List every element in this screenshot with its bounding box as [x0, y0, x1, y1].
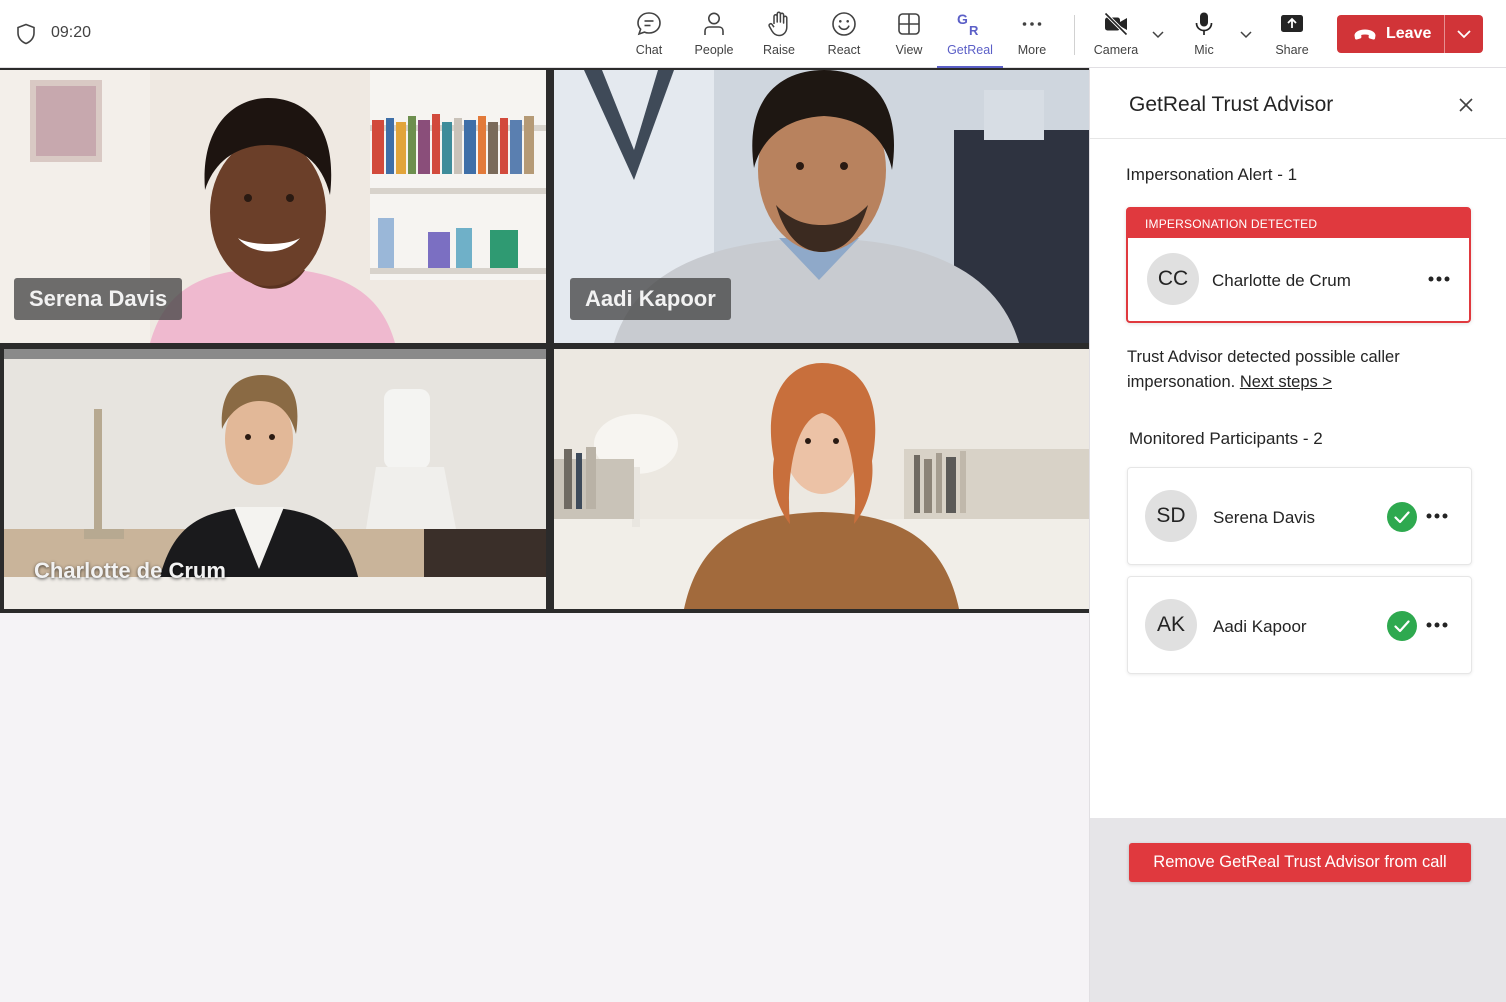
more-button[interactable]: More [1001, 8, 1063, 64]
monitored-participants-heading: Monitored Participants - 2 [1129, 429, 1323, 448]
next-steps-link[interactable]: Next steps > [1240, 373, 1332, 391]
view-button[interactable]: View [878, 8, 940, 64]
meeting-toolbar: 09:20 Chat People Raise React View G R G… [0, 0, 1506, 69]
more-dots-icon [1022, 22, 1042, 26]
microphone-icon [1195, 12, 1213, 35]
panel-header: GetReal Trust Advisor [1090, 68, 1506, 139]
close-icon[interactable] [1457, 96, 1475, 114]
video-tile[interactable]: Aadi Kapoor [554, 70, 1089, 343]
impersonation-detected-banner: IMPERSONATION DETECTED [1128, 209, 1469, 238]
impersonation-alert-heading: Impersonation Alert - 1 [1126, 165, 1298, 184]
share-button[interactable]: Share [1261, 8, 1323, 64]
trust-advisor-panel: GetReal Trust Advisor Impersonation Aler… [1089, 68, 1506, 1002]
video-tile[interactable]: Charlotte de Crum [4, 349, 546, 609]
verified-check-icon [1387, 502, 1417, 532]
smiley-icon [832, 12, 856, 36]
getreal-label: GetReal [947, 43, 993, 57]
chat-label: Chat [635, 43, 663, 57]
camera-button[interactable]: Camera [1085, 8, 1147, 64]
participant-name: Aadi Kapoor [1213, 617, 1307, 636]
video-tile[interactable]: Serena Davis [0, 70, 546, 343]
share-label: Share [1275, 43, 1309, 57]
raise-hand-icon [768, 11, 788, 37]
leave-button[interactable]: Leave [1337, 15, 1483, 53]
mic-options-chevron-icon[interactable] [1238, 26, 1254, 42]
alert-description: Trust Advisor detected possible caller i… [1127, 345, 1467, 395]
camera-off-icon [1104, 12, 1128, 36]
react-label: React [827, 43, 861, 57]
mic-button[interactable]: Mic [1173, 8, 1235, 64]
avatar: AK [1145, 599, 1197, 651]
chat-button[interactable]: Chat [618, 8, 680, 64]
svg-text:G: G [957, 11, 968, 27]
avatar: CC [1147, 253, 1199, 305]
participant-video [554, 349, 1089, 609]
raise-hand-button[interactable]: Raise [748, 8, 810, 64]
participant-name-tag: Serena Davis [14, 278, 183, 320]
participant-name-tag: Charlotte de Crum [34, 558, 226, 583]
avatar: SD [1145, 490, 1197, 542]
svg-text:R: R [969, 23, 979, 38]
more-options-icon[interactable] [1426, 513, 1448, 519]
video-tile[interactable] [554, 349, 1089, 609]
remove-trust-advisor-button[interactable]: Remove GetReal Trust Advisor from call [1129, 843, 1471, 882]
view-label: View [895, 43, 923, 57]
participant-card: SD Serena Davis [1127, 467, 1472, 565]
chat-icon [637, 12, 661, 36]
react-button[interactable]: React [813, 8, 875, 64]
more-label: More [1017, 43, 1047, 57]
people-button[interactable]: People [683, 8, 745, 64]
verified-check-icon [1387, 611, 1417, 641]
participant-card: AK Aadi Kapoor [1127, 576, 1472, 674]
getreal-button[interactable]: G R GetReal [937, 8, 1003, 69]
more-options-icon[interactable] [1426, 622, 1448, 628]
meeting-timer: 09:20 [51, 24, 92, 41]
camera-options-chevron-icon[interactable] [1150, 26, 1166, 42]
shield-icon[interactable] [16, 23, 36, 45]
participant-name-tag: Aadi Kapoor [570, 278, 731, 320]
impersonation-alert-card: IMPERSONATION DETECTED CC Charlotte de C… [1126, 207, 1471, 323]
toolbar-divider [1074, 15, 1075, 55]
alert-participant-name: Charlotte de Crum [1212, 271, 1351, 290]
people-label: People [694, 43, 734, 57]
participant-name: Serena Davis [1213, 508, 1316, 527]
leave-options-chevron-icon[interactable] [1455, 26, 1473, 42]
panel-title: GetReal Trust Advisor [1129, 93, 1334, 116]
share-screen-icon [1281, 15, 1303, 32]
camera-label: Camera [1093, 43, 1139, 57]
video-grid: Serena Davis Aadi Kapoor Charlotte de Cr… [0, 68, 1089, 613]
getreal-logo-icon: G R [957, 11, 979, 38]
grid-view-icon [898, 13, 920, 35]
people-icon [704, 12, 724, 35]
more-options-icon[interactable] [1428, 276, 1450, 282]
panel-footer: Remove GetReal Trust Advisor from call [1090, 818, 1506, 1002]
leave-label: Leave [1386, 25, 1432, 42]
raise-label: Raise [763, 43, 795, 57]
leave-divider [1444, 15, 1445, 53]
mic-label: Mic [1194, 43, 1214, 57]
hang-up-phone-icon [1354, 29, 1376, 40]
